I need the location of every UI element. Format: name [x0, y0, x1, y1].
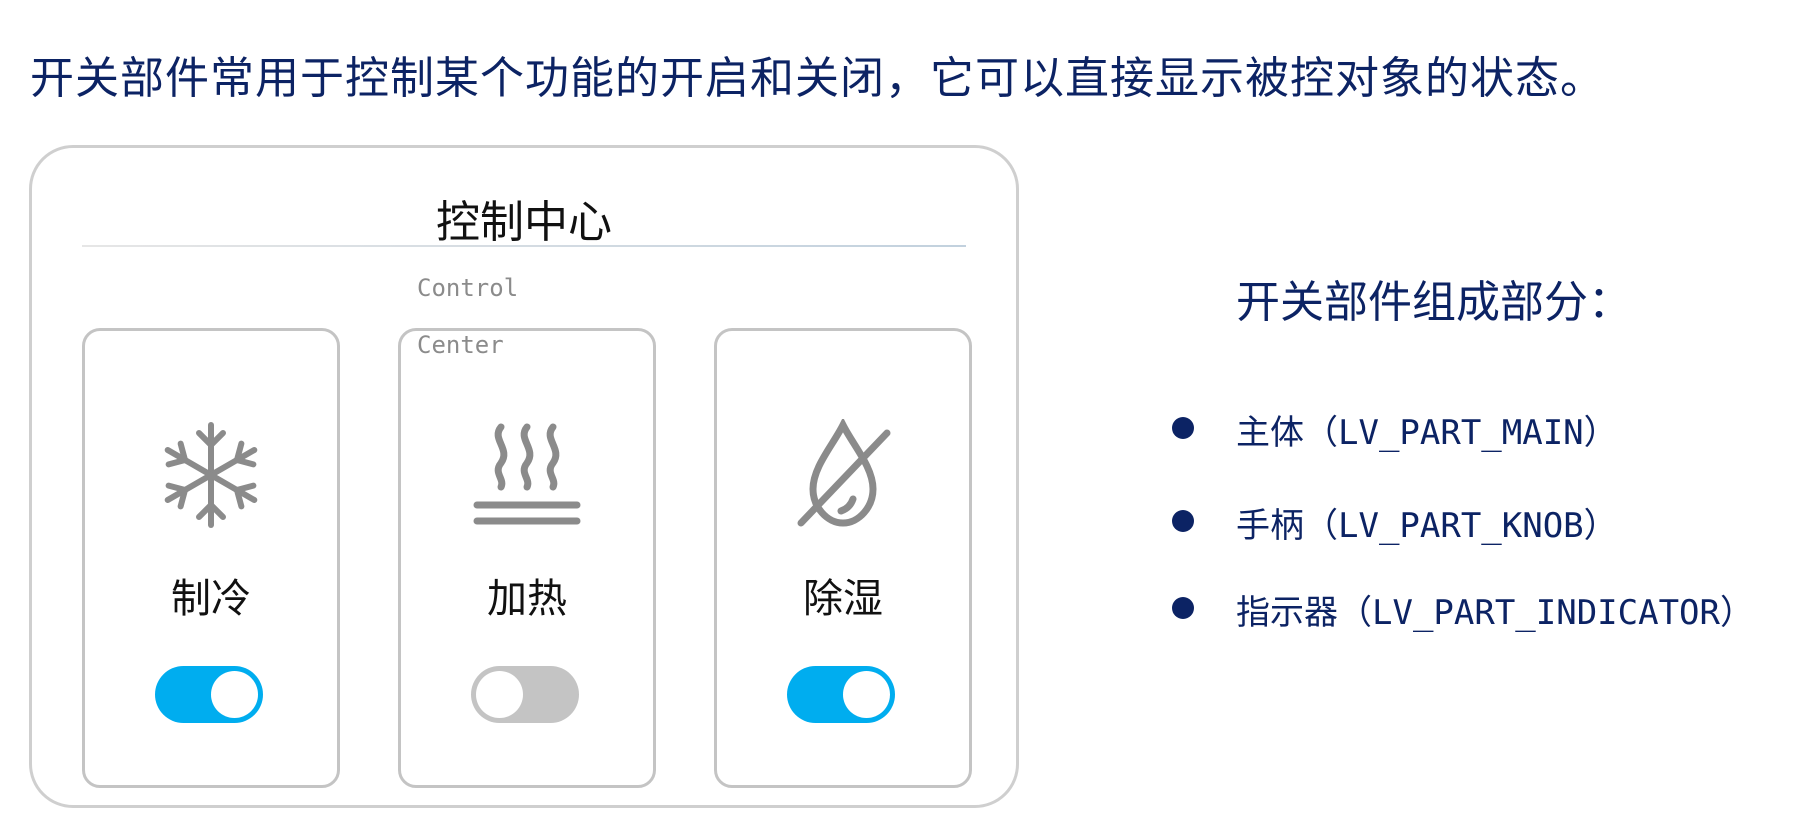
intro-text: 开关部件常用于控制某个功能的开启和关闭，它可以直接显示被控对象的状态。 — [30, 53, 1605, 104]
card-heating: 加热 — [398, 328, 656, 788]
switch-knob[interactable] — [211, 671, 258, 718]
control-center-panel: 控制中心 Control Center 制冷 加热 除湿 — [29, 145, 1019, 808]
switch-dehumidify[interactable] — [787, 666, 895, 723]
switch-knob[interactable] — [476, 671, 523, 718]
switch-heating[interactable] — [471, 666, 579, 723]
slide: 开关部件常用于控制某个功能的开启和关闭，它可以直接显示被控对象的状态。 控制中心… — [0, 0, 1813, 822]
bullet-icon — [1172, 417, 1194, 439]
switch-knob[interactable] — [843, 671, 890, 718]
list-item-text: 手柄（LV_PART_KNOB） — [1236, 506, 1618, 546]
card-cooling: 制冷 — [82, 328, 340, 788]
parts-title: 开关部件组成部分： — [1236, 277, 1632, 328]
list-item-text: 主体（LV_PART_MAIN） — [1236, 413, 1618, 453]
card-label-heating: 加热 — [487, 576, 567, 622]
title-divider — [82, 245, 966, 247]
bullet-icon — [1172, 597, 1194, 619]
switch-cooling[interactable] — [155, 666, 263, 723]
no-water-drop-icon — [797, 419, 891, 527]
list-item-text: 指示器（LV_PART_INDICATOR） — [1236, 593, 1754, 633]
snowflake-icon — [164, 422, 258, 528]
panel-title: 控制中心 — [436, 197, 612, 248]
heat-icon — [473, 423, 581, 525]
card-label-dehumidify: 除湿 — [803, 576, 883, 622]
card-dehumidify: 除湿 — [714, 328, 972, 788]
card-label-cooling: 制冷 — [171, 576, 251, 622]
bullet-icon — [1172, 510, 1194, 532]
